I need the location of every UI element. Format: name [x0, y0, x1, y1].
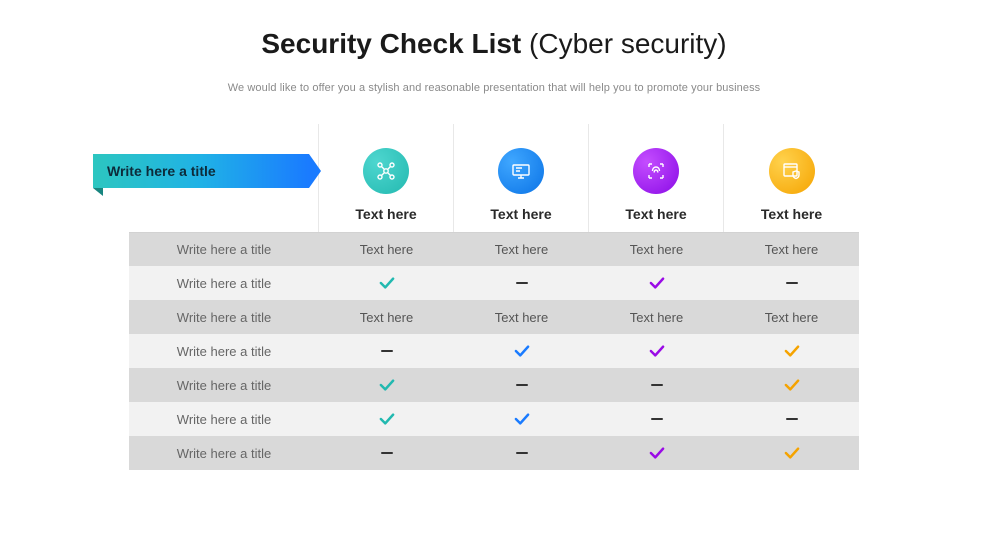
dash-icon [651, 418, 663, 421]
fingerprint-icon [633, 148, 679, 194]
col-1-label: Text here [355, 206, 416, 222]
table-row: Write here a title [129, 266, 859, 300]
table-cell [454, 436, 589, 470]
table-cell [589, 436, 724, 470]
ribbon-label: Write here a title [107, 163, 216, 179]
table-cell [319, 266, 454, 300]
check-icon [378, 412, 396, 426]
table-body: Write here a titleText hereText hereText… [129, 232, 859, 470]
row-label: Write here a title [129, 232, 319, 266]
network-icon [363, 148, 409, 194]
table-cell: Text here [724, 232, 859, 266]
table-cell [724, 436, 859, 470]
table-row: Write here a title [129, 368, 859, 402]
dash-icon [516, 384, 528, 387]
header-cell-col-4: Text here [724, 124, 859, 232]
check-icon [513, 412, 531, 426]
check-icon [648, 276, 666, 290]
dash-icon [516, 452, 528, 455]
table-cell: Text here [319, 232, 454, 266]
table-cell [724, 266, 859, 300]
dash-icon [786, 418, 798, 421]
table-cell [454, 368, 589, 402]
table-cell: Text here [589, 300, 724, 334]
dash-icon [651, 384, 663, 387]
check-icon [783, 378, 801, 392]
row-label: Write here a title [129, 266, 319, 300]
table-cell [724, 368, 859, 402]
table-cell: Text here [454, 232, 589, 266]
check-icon [378, 378, 396, 392]
check-icon [783, 446, 801, 460]
check-icon [648, 446, 666, 460]
table-cell: Text here [319, 300, 454, 334]
header-cell-col-1: Text here [319, 124, 454, 232]
dash-icon [786, 282, 798, 285]
table-cell: Text here [589, 232, 724, 266]
check-icon [648, 344, 666, 358]
dash-icon [381, 350, 393, 353]
table-cell: Text here [724, 300, 859, 334]
check-icon [513, 344, 531, 358]
browser-shield-icon [769, 148, 815, 194]
check-icon [783, 344, 801, 358]
table-cell [319, 436, 454, 470]
table-cell [454, 402, 589, 436]
table-cell [724, 334, 859, 368]
row-label: Write here a title [129, 334, 319, 368]
title-bold: Security Check List [261, 28, 521, 59]
table-cell [319, 402, 454, 436]
table-cell [589, 266, 724, 300]
table-cell [319, 368, 454, 402]
table-row: Write here a title [129, 334, 859, 368]
row-label: Write here a title [129, 436, 319, 470]
dash-icon [516, 282, 528, 285]
table-row: Write here a titleText hereText hereText… [129, 300, 859, 334]
comparison-table: Write here a title Text here [129, 124, 859, 470]
table-row: Write here a title [129, 436, 859, 470]
table-row: Write here a title [129, 402, 859, 436]
slide: Security Check List (Cyber security) We … [0, 0, 988, 470]
col-2-label: Text here [490, 206, 551, 222]
header-cell-col-3: Text here [589, 124, 724, 232]
col-4-label: Text here [761, 206, 822, 222]
monitor-icon [498, 148, 544, 194]
page-title: Security Check List (Cyber security) [261, 28, 726, 60]
table-row: Write here a titleText hereText hereText… [129, 232, 859, 266]
table-cell [589, 402, 724, 436]
table-cell [319, 334, 454, 368]
table-cell [589, 334, 724, 368]
title-light: (Cyber security) [521, 28, 726, 59]
table-cell [454, 266, 589, 300]
check-icon [378, 276, 396, 290]
row-label: Write here a title [129, 402, 319, 436]
table-cell [724, 402, 859, 436]
subtitle: We would like to offer you a stylish and… [228, 82, 761, 94]
table-cell [454, 334, 589, 368]
row-label: Write here a title [129, 368, 319, 402]
dash-icon [381, 452, 393, 455]
table-cell: Text here [454, 300, 589, 334]
row-label: Write here a title [129, 300, 319, 334]
header-cell-col-2: Text here [454, 124, 589, 232]
ribbon-banner: Write here a title [93, 154, 309, 188]
table-cell [589, 368, 724, 402]
col-3-label: Text here [625, 206, 686, 222]
